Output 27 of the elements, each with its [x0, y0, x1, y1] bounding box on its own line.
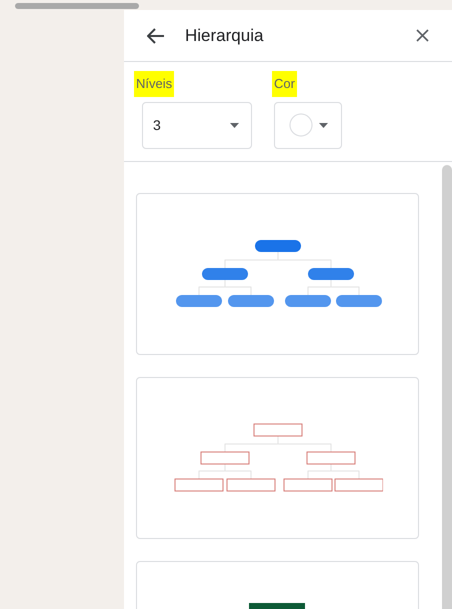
chart-node [336, 295, 382, 307]
back-button[interactable] [146, 26, 166, 46]
color-dropdown[interactable] [274, 102, 342, 148]
chart-node [334, 478, 383, 492]
chart-node [202, 268, 248, 280]
scrollbar[interactable] [442, 165, 452, 609]
field-label: Níveis [134, 71, 174, 96]
back-arrow-icon [147, 28, 165, 44]
caret-icon [318, 122, 328, 128]
chart-node [228, 295, 274, 307]
levels-dropdown[interactable]: 3 [142, 102, 252, 148]
panel-title: Hierarquia [185, 24, 264, 47]
close-icon [416, 29, 428, 42]
chart-node [285, 295, 331, 307]
caret-icon [230, 122, 239, 128]
color-swatch-icon [288, 113, 312, 137]
chart-node [308, 268, 354, 280]
chart-node [306, 452, 356, 464]
template-card[interactable] [136, 193, 419, 355]
close-button[interactable] [414, 28, 430, 44]
scrollbar-thumb[interactable] [15, 3, 139, 9]
chart-node [226, 478, 276, 492]
chart-node [200, 452, 250, 464]
chart-node [174, 478, 224, 492]
chart-node [284, 478, 332, 492]
field-label: Cor [272, 71, 297, 96]
chart-node [176, 295, 222, 307]
